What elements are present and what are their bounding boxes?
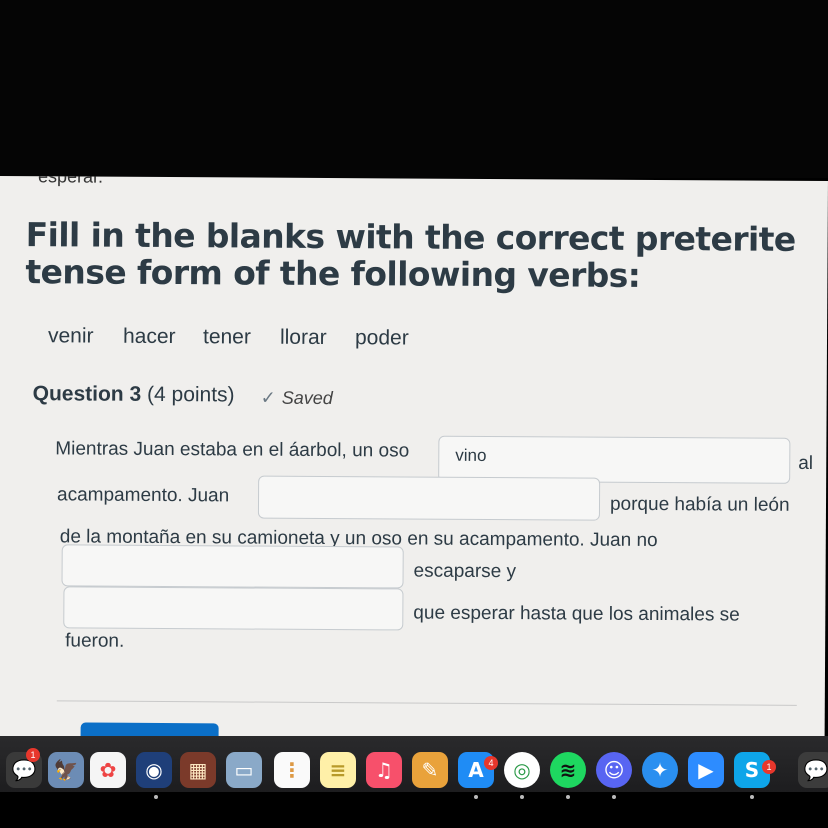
blank-input-3[interactable]: [61, 544, 404, 589]
edge-browser-icon[interactable]: ◉: [136, 752, 172, 788]
safari-icon[interactable]: ✦: [642, 752, 678, 788]
blank-input-2[interactable]: [257, 475, 601, 521]
sentence-segment-8: fueron.: [65, 630, 125, 652]
running-indicator: [520, 795, 524, 799]
preview-icon[interactable]: 🦅: [48, 752, 84, 788]
sentence-segment-1: Mientras Juan estaba en el áarbol, un os…: [55, 438, 410, 462]
notes-icon[interactable]: ≡: [320, 752, 356, 788]
spotify-icon[interactable]: ≋: [550, 752, 586, 788]
monitor-bezel: [0, 0, 828, 178]
photos-icon[interactable]: ✿: [90, 752, 126, 788]
blank-input-4[interactable]: [63, 586, 404, 631]
verb-tener: tener: [202, 325, 251, 349]
verb-llorar: llorar: [279, 325, 327, 349]
verb-poder: poder: [354, 326, 409, 350]
messages-badge: 1: [26, 748, 40, 762]
running-indicator: [612, 795, 616, 799]
photo-booth-icon[interactable]: ▦: [180, 752, 216, 788]
discord-icon[interactable]: ☺: [596, 752, 632, 788]
sentence-segment-3: acampamento. Juan: [56, 484, 230, 507]
question-points: (4 points): [146, 382, 235, 407]
running-indicator: [566, 795, 570, 799]
saved-status: ✓ Saved: [261, 388, 333, 409]
sentence-segment-7: que esperar hasta que los animales se: [413, 602, 740, 626]
sentence-segment-4: porque había un león: [609, 493, 790, 516]
question-number: Question 3: [32, 382, 142, 406]
music-icon[interactable]: ♫: [366, 752, 402, 788]
skype-badge: 1: [762, 760, 776, 774]
instructions-heading: Fill in the blanks with the correct pret…: [25, 215, 796, 295]
verb-venir: venir: [47, 324, 94, 348]
chrome-icon[interactable]: ◎: [504, 752, 540, 788]
verb-hacer: hacer: [122, 324, 176, 349]
divider: [56, 700, 797, 706]
running-indicator: [474, 795, 478, 799]
sentence-segment-2: al: [798, 452, 814, 474]
app-store-badge: 4: [484, 756, 498, 770]
running-indicator: [154, 795, 158, 799]
zoom-icon[interactable]: ▶: [688, 752, 724, 788]
messenger-icon[interactable]: 💬: [798, 752, 828, 788]
quiz-page: esperar. Fill in the blanks with the cor…: [0, 176, 828, 742]
saved-label: Saved: [281, 387, 333, 409]
running-indicator: [750, 795, 754, 799]
keynote-icon[interactable]: ✎: [412, 752, 448, 788]
question-title: Question 3 (4 points): [33, 382, 235, 407]
check-icon: ✓: [260, 387, 276, 408]
image-capture-icon[interactable]: ▭: [226, 752, 262, 788]
previous-question-text: esperar.: [37, 176, 104, 187]
sentence-segment-6: escaparse y: [413, 560, 517, 583]
reminders-icon[interactable]: ⋮: [274, 752, 310, 788]
